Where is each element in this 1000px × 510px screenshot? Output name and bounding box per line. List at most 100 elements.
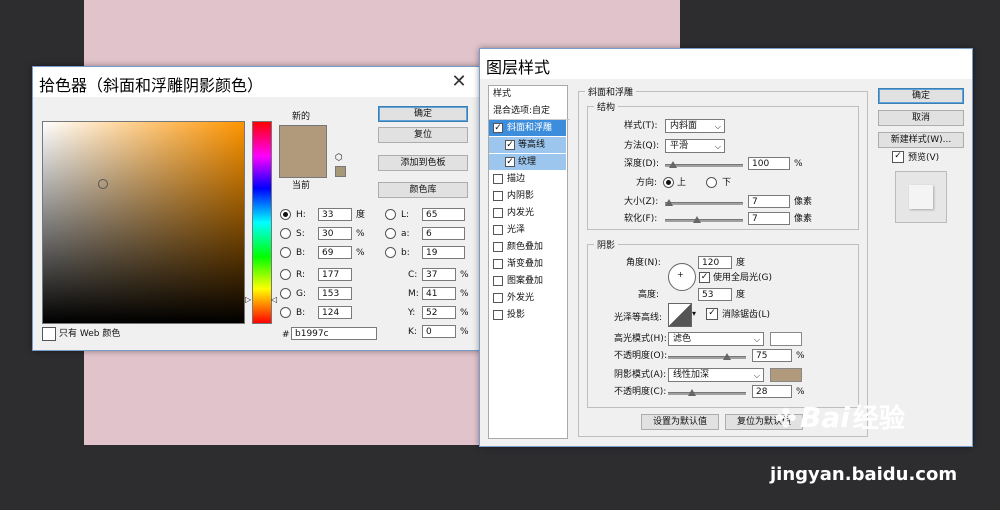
close-icon[interactable]: ✕ [449,73,469,93]
blend-options-item[interactable]: 混合选项:自定 [489,103,570,120]
color-field-cursor[interactable] [98,179,108,189]
lightness-input[interactable]: 65 [422,208,465,221]
angle-dial[interactable]: + [668,263,696,291]
style-item-checkbox[interactable] [493,174,503,184]
layer-style-cancel-button[interactable]: 取消 [878,110,964,126]
style-list-item[interactable]: 投影 [489,307,566,323]
preview-checkbox[interactable]: ✓ [892,151,904,163]
add-to-swatches-button[interactable]: 添加到色板 [378,155,468,171]
b-input[interactable]: 19 [422,246,465,259]
shadow-opacity-input[interactable]: 28 [752,385,792,398]
angle-input[interactable]: 120 [698,256,732,269]
depth-input[interactable]: 100 [748,157,790,170]
style-list-item[interactable]: ✓ 斜面和浮雕 [489,120,566,136]
style-list-item[interactable]: 图案叠加 [489,273,566,289]
radio-b[interactable] [385,247,396,258]
antialias-checkbox[interactable]: ✓ [706,308,718,320]
style-list-item[interactable]: 颜色叠加 [489,239,566,255]
size-input[interactable]: 7 [748,195,790,208]
highlight-opacity-input[interactable]: 75 [752,349,792,362]
style-item-checkbox[interactable] [493,242,503,252]
direction-up-radio[interactable] [663,177,674,188]
angle-label: 角度(N): [626,258,661,268]
chevron-down-icon[interactable]: ▾ [692,309,696,318]
radio-saturation[interactable] [280,228,291,239]
style-list-item[interactable]: ✓ 纹理 [489,154,566,170]
style-item-checkbox[interactable]: ✓ [505,140,515,150]
style-item-checkbox[interactable] [493,310,503,320]
soften-input[interactable]: 7 [748,212,790,225]
current-color-swatch[interactable] [279,153,327,178]
global-light-checkbox[interactable]: ✓ [699,272,710,283]
red-input[interactable]: 177 [318,268,352,281]
depth-slider[interactable] [665,161,743,168]
style-preview-thumbnail [895,171,947,223]
color-field[interactable] [42,121,245,324]
method-select[interactable]: 平滑 ⌵ [665,139,725,153]
style-item-checkbox[interactable] [493,293,503,303]
depth-slider-thumb[interactable] [669,161,677,168]
web-colors-checkbox[interactable] [42,327,56,341]
a-input[interactable]: 6 [422,227,465,240]
style-list-item[interactable]: ✓ 等高线 [489,137,566,153]
soften-slider[interactable] [665,216,743,223]
reset-button[interactable]: 复位 [378,127,468,143]
make-default-button[interactable]: 设置为默认值 [641,414,719,430]
style-item-checkbox[interactable]: ✓ [505,157,515,167]
style-list-item[interactable]: 内发光 [489,205,566,221]
style-list-item[interactable]: 内阴影 [489,188,566,204]
radio-blue[interactable] [280,307,291,318]
hue-input[interactable]: 33 [318,208,352,221]
style-item-checkbox[interactable] [493,208,503,218]
size-slider-thumb[interactable] [665,199,673,206]
highlight-mode-select[interactable]: 滤色 ⌵ [668,332,764,346]
style-list-item[interactable]: 光泽 [489,222,566,238]
green-input[interactable]: 153 [318,287,352,300]
new-style-button[interactable]: 新建样式(W)... [878,132,964,148]
shadow-opacity-slider[interactable] [668,389,746,396]
hue-slider[interactable] [252,121,272,324]
style-list-item[interactable]: 外发光 [489,290,566,306]
direction-down-radio[interactable] [706,177,717,188]
hex-input[interactable]: b1997c [291,327,377,340]
web-safe-swatch[interactable] [335,166,346,177]
hue-slider-right-arrow[interactable]: ◁ [271,295,277,304]
radio-brightness[interactable] [280,247,291,258]
new-color-label: 新的 [292,112,311,122]
style-item-checkbox[interactable] [493,259,503,269]
black-input[interactable]: 0 [422,325,456,338]
gloss-contour-picker[interactable] [668,303,692,327]
highlight-opacity-slider[interactable] [668,353,746,360]
color-libraries-button[interactable]: 颜色库 [378,182,468,198]
size-slider[interactable] [665,199,743,206]
shadow-opacity-thumb[interactable] [688,389,696,396]
cube-icon[interactable]: ⬡ [335,153,343,163]
style-item-checkbox[interactable] [493,191,503,201]
radio-a[interactable] [385,228,396,239]
style-select[interactable]: 内斜面 ⌵ [665,119,725,133]
radio-red[interactable] [280,269,291,280]
style-list-item[interactable]: 渐变叠加 [489,256,566,272]
shadow-mode-select[interactable]: 线性加深 ⌵ [668,368,764,382]
hue-slider-left-arrow[interactable]: ▷ [245,295,251,304]
radio-lightness[interactable] [385,209,396,220]
style-item-checkbox[interactable] [493,276,503,286]
brightness-input[interactable]: 69 [318,246,352,259]
highlight-opacity-thumb[interactable] [723,353,731,360]
style-item-checkbox[interactable]: ✓ [493,123,503,133]
cyan-input[interactable]: 37 [422,268,456,281]
altitude-input[interactable]: 53 [698,288,732,301]
shadow-color-swatch[interactable] [770,368,802,382]
saturation-input[interactable]: 30 [318,227,352,240]
soften-slider-thumb[interactable] [693,216,701,223]
style-item-checkbox[interactable] [493,225,503,235]
ok-button[interactable]: 确定 [378,106,468,122]
magenta-input[interactable]: 41 [422,287,456,300]
radio-hue[interactable] [280,209,291,220]
style-list-item[interactable]: 描边 [489,171,566,187]
radio-green[interactable] [280,288,291,299]
layer-style-ok-button[interactable]: 确定 [878,88,964,104]
blue-input[interactable]: 124 [318,306,352,319]
highlight-color-swatch[interactable] [770,332,802,346]
yellow-input[interactable]: 52 [422,306,456,319]
